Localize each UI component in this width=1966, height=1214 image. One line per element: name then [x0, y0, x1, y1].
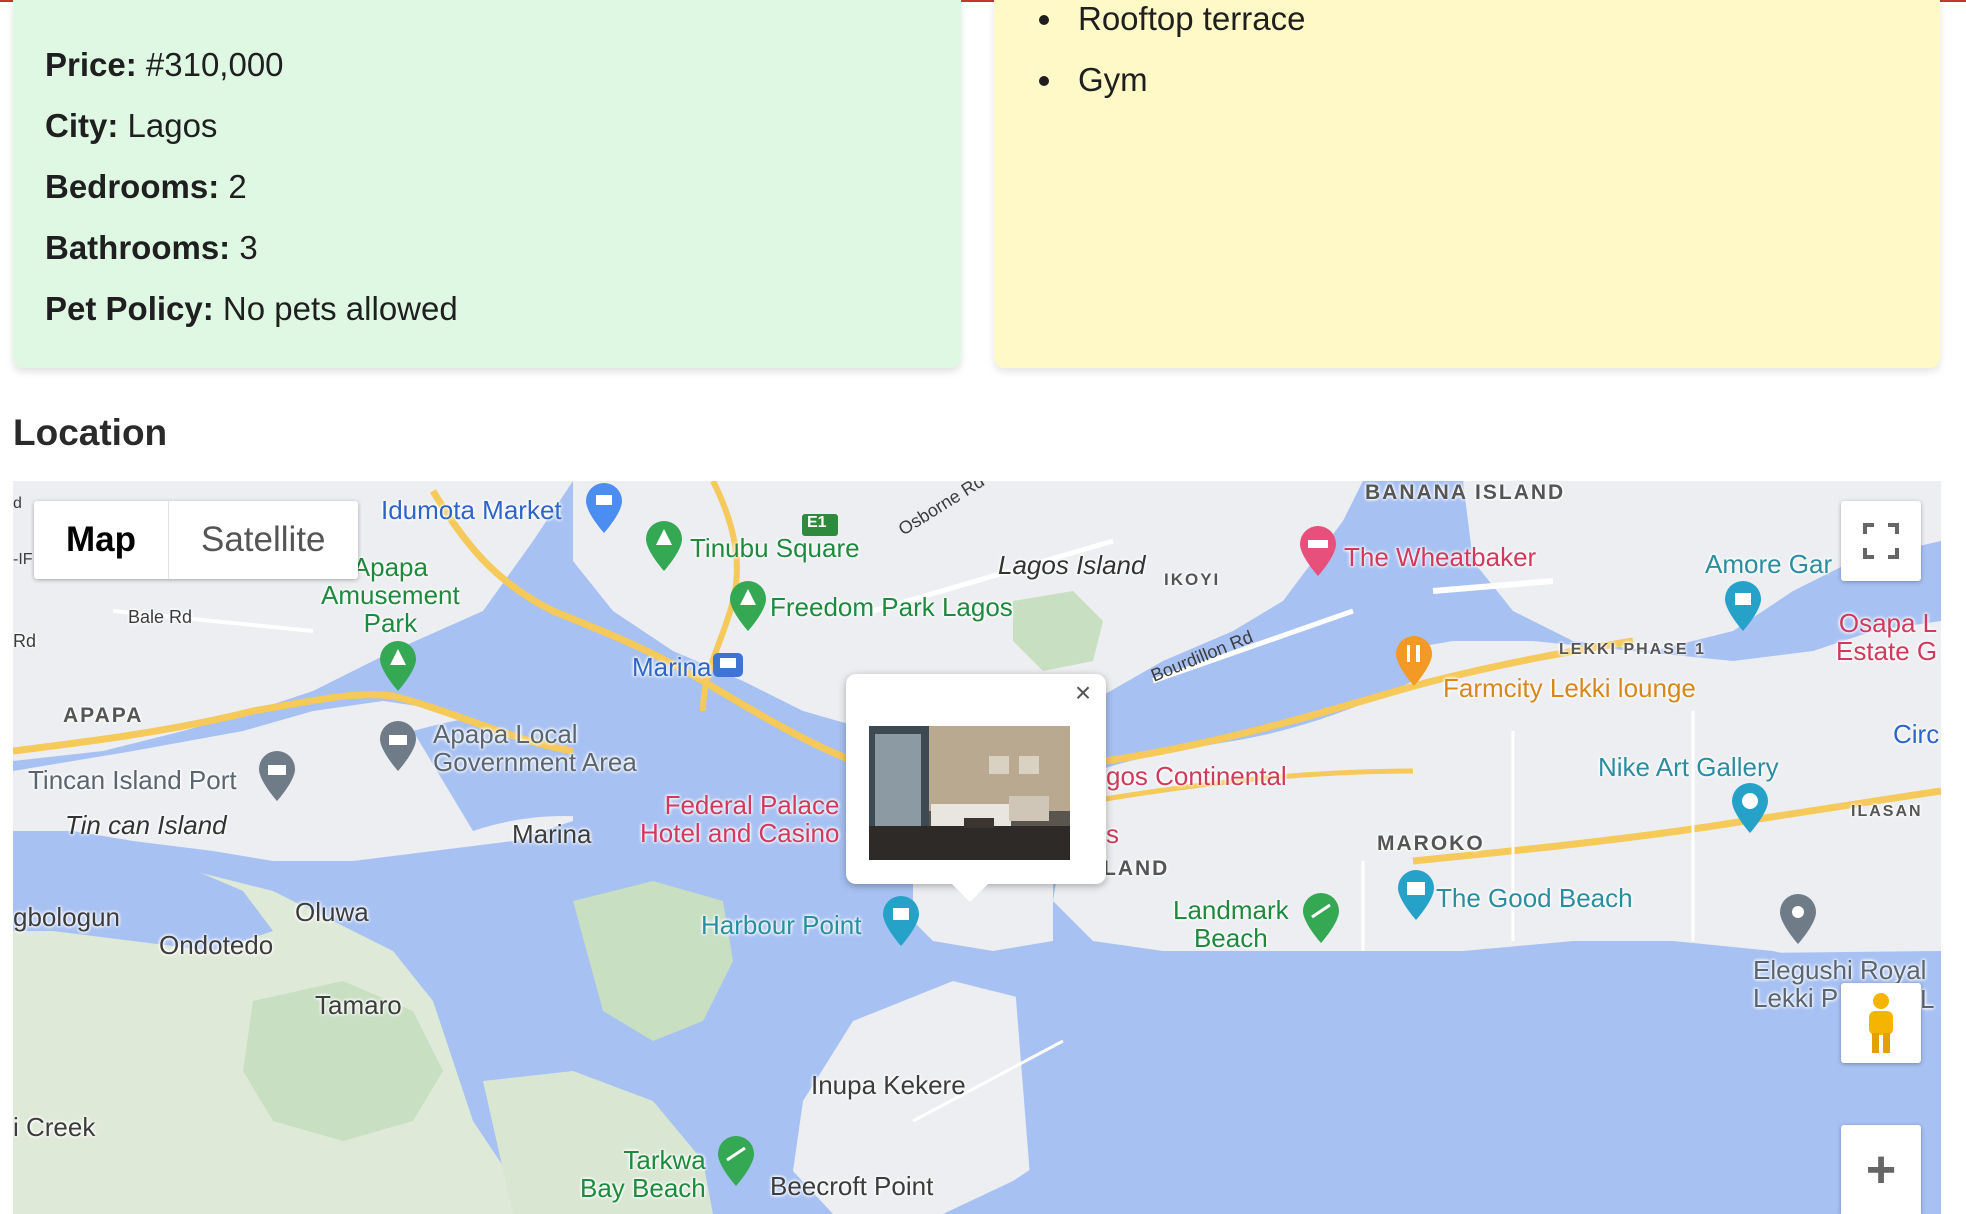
pegman-icon: [1869, 993, 1893, 1053]
government-pin-icon[interactable]: [378, 721, 418, 773]
map-label-bale-rd: Bale Rd: [128, 607, 193, 627]
pet-policy-row: Pet Policy: No pets allowed: [45, 278, 929, 339]
map-label-marina: Marina: [512, 819, 592, 849]
attraction-pin-icon[interactable]: [1723, 581, 1763, 633]
park-pin-icon[interactable]: [378, 641, 418, 693]
hotel-pin-icon[interactable]: [1298, 526, 1338, 578]
property-details-card: Price: #310,000 City: Lagos Bedrooms: 2 …: [13, 0, 961, 368]
map-label-marina-station: Marina: [632, 652, 712, 682]
map-label-l: L: [1920, 984, 1935, 1014]
map-label-oluwa: Oluwa: [295, 897, 369, 927]
map-view[interactable]: BANANA ISLAND Idumota Market Tinubu Squa…: [13, 481, 1941, 1214]
map-type-map-button[interactable]: Map: [34, 501, 169, 579]
camera-pin-icon[interactable]: [1396, 870, 1436, 922]
bedrooms-row: Bedrooms: 2: [45, 156, 929, 217]
bathrooms-value: 3: [239, 229, 258, 266]
map-label-wheatbaker: The Wheatbaker: [1344, 542, 1537, 572]
fullscreen-icon: [1863, 523, 1899, 559]
map-label-tinubu-square: Tinubu Square: [690, 533, 860, 563]
map-label-ikoyi: IKOYI: [1164, 570, 1221, 589]
map-label-tin-can-island: Tin can Island: [65, 810, 227, 840]
beach-pin-icon[interactable]: [716, 1136, 756, 1188]
map-label-amore: Amore Gar: [1705, 549, 1833, 579]
map-label-freedom-park: Freedom Park Lagos: [770, 592, 1013, 622]
price-value: #310,000: [145, 46, 284, 83]
map-label-e1: E1: [807, 514, 827, 531]
price-row: Price: #310,000: [45, 34, 929, 95]
close-icon[interactable]: ×: [1068, 678, 1098, 708]
park-pin-icon[interactable]: [728, 581, 768, 633]
map-label-tincan-port: Tincan Island Port: [28, 765, 237, 795]
map-label-if: -IF: [13, 551, 33, 568]
map-label-farmcity: Farmcity Lekki lounge: [1443, 673, 1696, 703]
map-label-harbour-point: Harbour Point: [701, 910, 862, 940]
map-label-gbologun: gbologun: [13, 902, 120, 932]
amenity-item: Rooftop terrace: [1066, 0, 1940, 49]
info-window[interactable]: ×: [846, 674, 1106, 902]
train-station-icon[interactable]: [712, 652, 744, 678]
map-label-lagos-island: Lagos Island: [998, 550, 1146, 580]
price-label: Price:: [45, 46, 137, 83]
map-label-circ: Circ: [1893, 719, 1940, 749]
map-label-federal-palace: Federal Palace Hotel and Casino: [640, 790, 840, 848]
map-label-apapa: APAPA: [63, 704, 144, 727]
street-view-button[interactable]: [1841, 983, 1921, 1063]
location-heading: Location: [13, 412, 168, 453]
map-label-good-beach: The Good Beach: [1436, 883, 1633, 913]
map-label-ilasan: ILASAN: [1851, 803, 1923, 820]
bathrooms-row: Bathrooms: 3: [45, 217, 929, 278]
map-label-maroko: MAROKO: [1377, 832, 1485, 855]
plus-icon: +: [1865, 1140, 1897, 1199]
map-label-banana-island: BANANA ISLAND: [1365, 481, 1566, 504]
map-label-tarkwa-bay: Tarkwa Bay Beach: [580, 1145, 706, 1203]
city-label: City:: [45, 107, 119, 144]
map-label-rd: Rd: [13, 631, 37, 651]
amenities-list: Rooftop terrace Gym: [1066, 0, 1940, 110]
government-pin-icon[interactable]: [257, 751, 297, 803]
market-pin-icon[interactable]: [584, 483, 624, 535]
pet-policy-label: Pet Policy:: [45, 290, 214, 327]
map-label-osapa: Osapa L Estate G: [1836, 608, 1938, 666]
map-label-inupa-kekere: Inupa Kekere: [811, 1070, 966, 1100]
map-type-control: Map Satellite: [34, 501, 358, 579]
map-label-d: d: [13, 495, 22, 512]
map-label-idumota-market: Idumota Market: [381, 495, 562, 525]
map-label-beecroft-point: Beecroft Point: [770, 1171, 934, 1201]
map-label-ondotedo: Ondotedo: [159, 930, 274, 960]
map-label-s: s: [1106, 819, 1119, 849]
zoom-in-button[interactable]: +: [1841, 1125, 1921, 1214]
bathrooms-label: Bathrooms:: [45, 229, 231, 266]
property-photo[interactable]: [869, 726, 1070, 860]
map-label-landmark-beach: Landmark Beach: [1173, 895, 1289, 953]
map-label-tamaro: Tamaro: [315, 990, 402, 1020]
map-label-apapa-lga: Apapa Local Government Area: [433, 719, 637, 777]
amenity-item: Gym: [1066, 49, 1940, 110]
attraction-pin-icon[interactable]: [881, 896, 921, 948]
map-label-nike-art-gallery: Nike Art Gallery: [1598, 752, 1779, 782]
place-pin-icon[interactable]: [1778, 894, 1818, 946]
map-label-lekki-phase-1: LEKKI PHASE 1: [1559, 641, 1706, 658]
beach-pin-icon[interactable]: [1301, 893, 1341, 945]
map-label-lagos-continental: gos Continental: [1106, 761, 1287, 791]
bedrooms-label: Bedrooms:: [45, 168, 220, 205]
info-window-tail: [952, 884, 988, 902]
map-type-satellite-button[interactable]: Satellite: [169, 501, 358, 579]
fullscreen-button[interactable]: [1841, 501, 1921, 581]
bedrooms-value: 2: [228, 168, 247, 205]
pet-policy-value: No pets allowed: [222, 290, 458, 327]
amenities-card: Rooftop terrace Gym: [994, 0, 1940, 368]
restaurant-pin-icon[interactable]: [1394, 636, 1434, 688]
map-label-creek: i Creek: [13, 1112, 96, 1142]
art-gallery-pin-icon[interactable]: [1730, 783, 1770, 835]
city-value: Lagos: [127, 107, 218, 144]
city-row: City: Lagos: [45, 95, 929, 156]
map-label-island: LAND: [1103, 857, 1170, 880]
park-pin-icon[interactable]: [644, 521, 684, 573]
